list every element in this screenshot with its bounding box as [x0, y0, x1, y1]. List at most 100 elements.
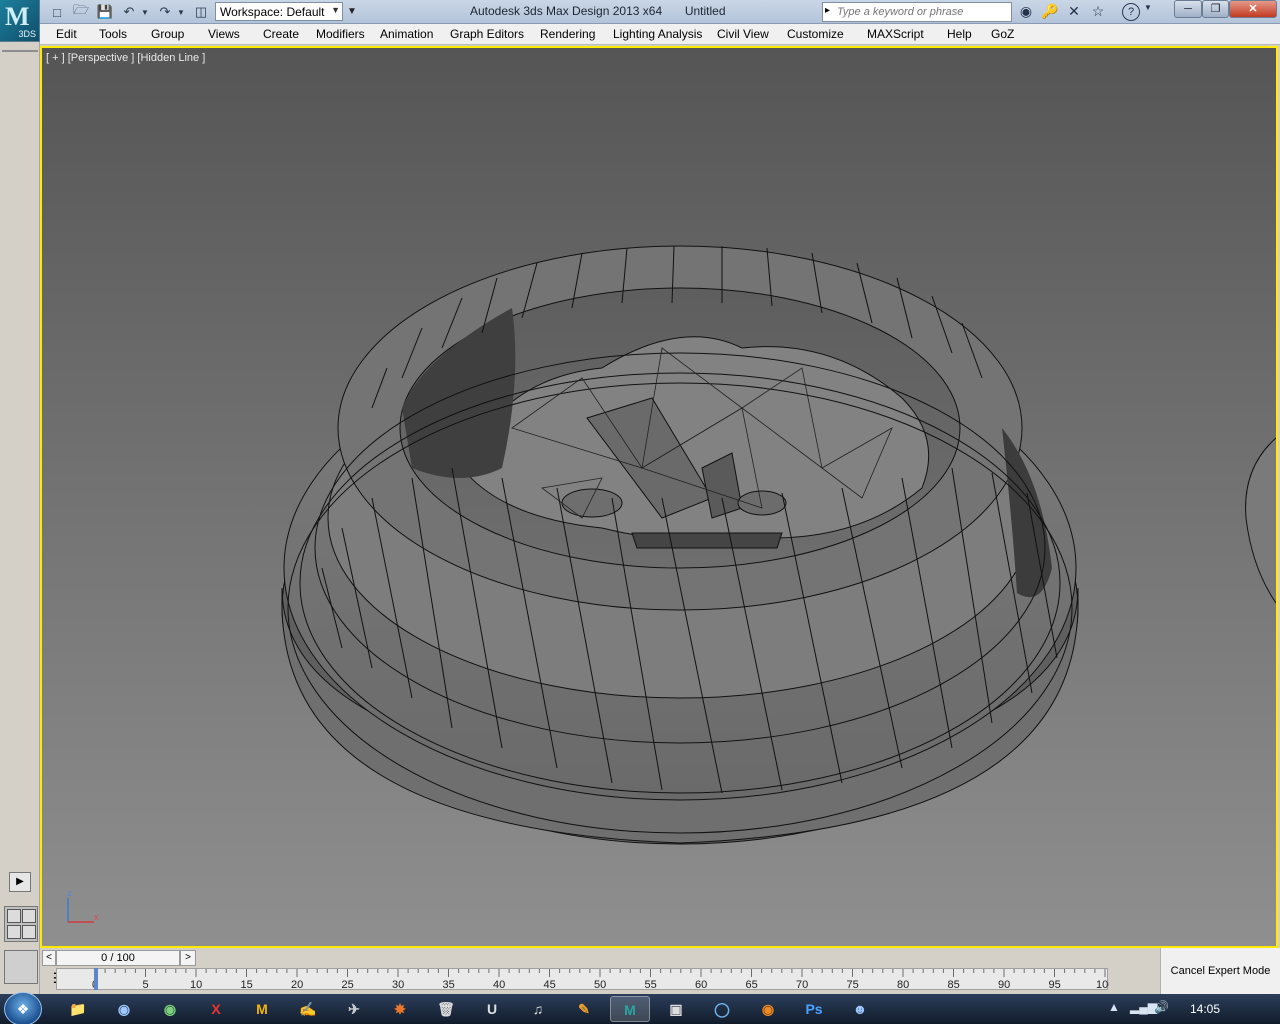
tray-expand-icon[interactable]: ▲ [1108, 1000, 1120, 1014]
track-tick-label: 100 [1096, 979, 1109, 991]
trash-icon[interactable]: 🗑 [426, 996, 466, 1022]
layout-cell-icon [7, 925, 21, 939]
save-icon[interactable]: 💾 [96, 3, 114, 21]
redo-icon[interactable]: ↷ [156, 3, 174, 21]
search-box[interactable]: ▸ [822, 2, 1012, 22]
layout-cell-icon [22, 909, 36, 923]
max-logo-icon: M [5, 2, 30, 31]
track-tick-label: 50 [594, 979, 606, 991]
menu-customize[interactable]: Customize [787, 27, 844, 41]
menu-group[interactable]: Group [151, 27, 184, 41]
menu-edit[interactable]: Edit [56, 27, 77, 41]
track-bar[interactable]: 0510152025303540455055606570758085909510… [56, 968, 1114, 991]
x-app-icon[interactable]: ◉ [150, 996, 190, 1022]
track-tick-label: 60 [695, 979, 707, 991]
start-button[interactable]: ❖ [4, 992, 42, 1024]
track-tick-label: 15 [241, 979, 253, 991]
minimize-button[interactable]: ─ [1174, 0, 1202, 18]
track-tick-label: 10 [190, 979, 202, 991]
circle-app-icon[interactable]: ◯ [702, 996, 742, 1022]
quick-access-menu-icon[interactable]: ▼ [345, 3, 359, 20]
hand-app-icon[interactable]: M [242, 996, 282, 1022]
help-dropdown-icon[interactable]: ▼ [1143, 3, 1153, 21]
menu-animation[interactable]: Animation [380, 27, 433, 41]
track-tick-label: 90 [998, 979, 1010, 991]
scene-render [281, 245, 1276, 845]
menu-lighting-analysis[interactable]: Lighting Analysis [613, 27, 702, 41]
workspace-label: Workspace: Default [220, 5, 325, 19]
new-file-icon[interactable]: □ [48, 3, 66, 21]
sketch-app-icon[interactable]: ✎ [564, 996, 604, 1022]
track-tick-label: 20 [291, 979, 303, 991]
menu-create[interactable]: Create [263, 27, 299, 41]
communication-center-icon[interactable]: ✕ [1064, 3, 1084, 21]
previous-frame-button[interactable]: < [42, 950, 56, 966]
user-app-icon[interactable]: ☻ [840, 996, 880, 1022]
next-frame-button[interactable]: > [180, 950, 196, 966]
track-tick-label: 70 [796, 979, 808, 991]
track-tick-label: 30 [392, 979, 404, 991]
menu-views[interactable]: Views [208, 27, 240, 41]
help-icon[interactable]: ? [1122, 3, 1140, 21]
photoshop-icon[interactable]: Ps [794, 996, 834, 1022]
time-slider[interactable]: 0 / 100 [56, 950, 180, 966]
menu-civil-view[interactable]: Civil View [717, 27, 769, 41]
plane-icon[interactable]: ✈ [334, 996, 374, 1022]
search-expand-icon[interactable]: ▸ [825, 5, 830, 16]
track-tick-label: 75 [847, 979, 859, 991]
undo-icon[interactable]: ↶ [120, 3, 138, 21]
menu-maxscript[interactable]: MAXScript [867, 27, 924, 41]
layout-cell-icon [7, 909, 21, 923]
3dsmax-icon[interactable]: M [610, 996, 650, 1022]
project-folder-icon[interactable]: ◫ [192, 3, 210, 21]
explorer-icon[interactable]: 📁 [58, 996, 98, 1022]
viewport-label[interactable]: [ + ] [Perspective ] [Hidden Line ] [46, 52, 205, 64]
menu-graph-editors[interactable]: Graph Editors [450, 27, 524, 41]
menu-goz[interactable]: GoZ [991, 27, 1014, 41]
perspective-viewport[interactable]: [ + ] [Perspective ] [Hidden Line ] z x [40, 46, 1278, 948]
application-button[interactable]: M 3DS [0, 0, 40, 42]
search-input[interactable] [837, 4, 1009, 20]
undo-dropdown-icon[interactable]: ▼ [140, 3, 150, 21]
document-title: Untitled [684, 4, 726, 18]
bowl-mesh [281, 245, 1079, 845]
workspace-dropdown[interactable]: Workspace: Default ▼ [215, 2, 343, 21]
restore-button[interactable]: ❐ [1202, 0, 1229, 18]
redo-dropdown-icon[interactable]: ▼ [176, 3, 186, 21]
subscription-icon[interactable]: 🔑 [1040, 3, 1060, 21]
volume-icon[interactable]: 🔊 [1154, 1000, 1169, 1014]
layout-cell-icon [22, 925, 36, 939]
cancel-expert-mode-button[interactable]: Cancel Expert Mode [1160, 948, 1280, 994]
m-app-icon[interactable]: X [196, 996, 236, 1022]
viewport-layout-button[interactable] [4, 906, 38, 942]
track-ticks: 0510152025303540455055606570758085909510… [92, 969, 1114, 991]
current-frame-marker[interactable] [94, 968, 98, 990]
menu-modifiers[interactable]: Modifiers [316, 27, 365, 41]
track-tick-label: 35 [443, 979, 455, 991]
play-icon[interactable]: ▶ [9, 872, 31, 892]
firefox-icon[interactable]: ◉ [748, 996, 788, 1022]
toolbar-divider [2, 50, 38, 52]
pen-icon[interactable]: ✍ [288, 996, 328, 1022]
u-app-icon[interactable]: U [472, 996, 512, 1022]
close-button[interactable]: ✕ [1229, 0, 1277, 18]
app-title: Autodesk 3ds Max Design 2013 x64 [470, 4, 663, 18]
menu-help[interactable]: Help [947, 27, 972, 41]
chrome-icon[interactable]: ◉ [104, 996, 144, 1022]
clock[interactable]: 14:05 [1190, 1002, 1220, 1016]
image-app-icon[interactable]: ▣ [656, 996, 696, 1022]
menu-rendering[interactable]: Rendering [540, 27, 595, 41]
track-tick-label: 55 [645, 979, 657, 991]
title-bar: □ 🗁 💾 ↶ ▼ ↷ ▼ ◫ Workspace: Default ▼ ▼ A… [0, 0, 1280, 24]
time-slider-area: < 0 / 100 > ☰ 05101520253035404550556065… [40, 948, 1160, 994]
binoculars-icon[interactable]: ◉ [1016, 3, 1036, 21]
open-file-icon[interactable]: 🗁 [72, 2, 90, 21]
network-icon[interactable]: ▂▄▆ [1130, 1000, 1157, 1014]
menu-tools[interactable]: Tools [99, 27, 127, 41]
track-tick-label: 80 [897, 979, 909, 991]
favorites-icon[interactable]: ☆ [1088, 3, 1108, 21]
track-tick-label: 5 [143, 979, 149, 991]
blender-icon[interactable]: ✸ [380, 996, 420, 1022]
maximize-viewport-button[interactable] [4, 950, 38, 984]
sound-app-icon[interactable]: ♫ [518, 996, 558, 1022]
